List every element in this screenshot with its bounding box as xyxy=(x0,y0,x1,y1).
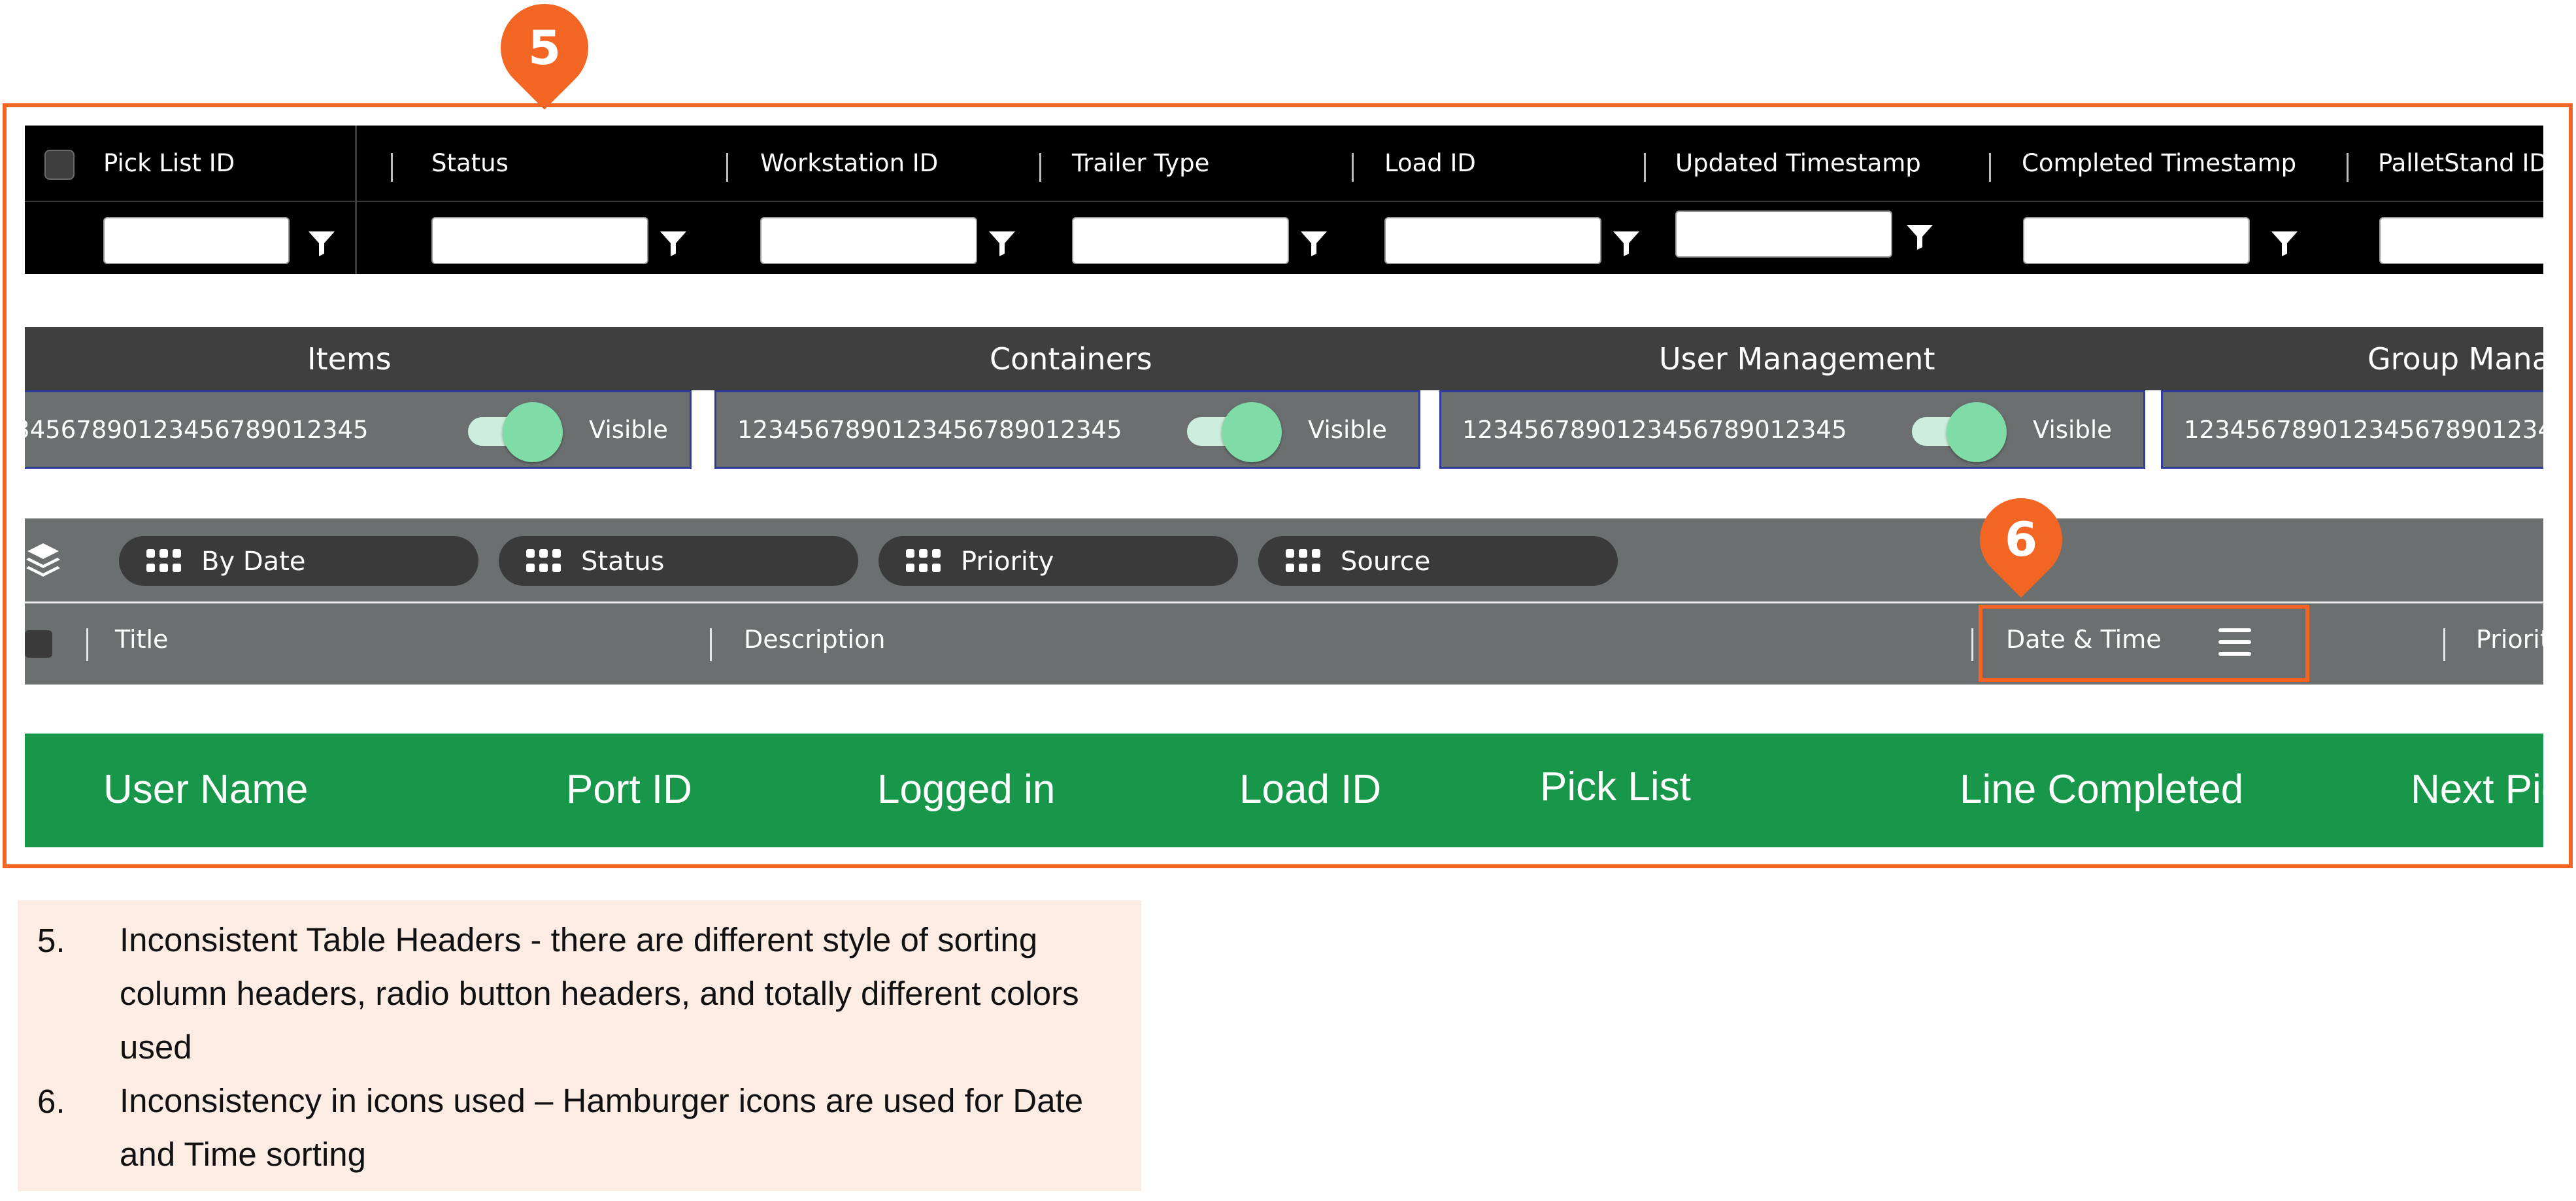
column-label[interactable]: Updated Timestamp xyxy=(1675,149,1921,177)
group-chip-status[interactable]: Status xyxy=(499,536,858,586)
column-completed-timestamp: Completed Timestamp xyxy=(1989,126,2342,274)
column-label[interactable]: Completed Timestamp xyxy=(2022,149,2296,177)
section-title-user-management: User Management xyxy=(1659,341,1935,377)
column-header-load-id[interactable]: Load ID xyxy=(1239,766,1381,813)
filter-input[interactable] xyxy=(431,217,648,264)
column-separator xyxy=(1039,153,1041,182)
column-label[interactable]: Load ID xyxy=(1384,149,1476,177)
column-label[interactable]: Pick List ID xyxy=(103,149,235,177)
column-palletstand-id: PalletStand ID xyxy=(2347,126,2543,274)
toggle-card: 1234567890123456789012345 Visible xyxy=(1439,390,2145,469)
filter-icon[interactable] xyxy=(2270,230,2299,256)
column-status: Status xyxy=(391,126,692,274)
column-header-port-id[interactable]: Port ID xyxy=(566,766,692,813)
note-text: Inconsistent Table Headers - there are d… xyxy=(120,921,1079,1066)
grid-icon xyxy=(1286,549,1320,572)
section-title-containers: Containers xyxy=(990,341,1152,377)
callout-marker-5: 5 xyxy=(482,0,607,110)
note-text: Inconsistency in icons used – Hamburger … xyxy=(120,1082,1084,1173)
toggle-knob[interactable] xyxy=(1222,402,1282,462)
column-separator xyxy=(2443,628,2445,661)
chip-label: Source xyxy=(1341,547,1431,577)
toggle-card: 1234567890123456789012345 Visible xyxy=(25,390,692,469)
toggle-knob[interactable] xyxy=(1947,402,2007,462)
column-separator xyxy=(710,628,712,661)
select-all-checkbox[interactable] xyxy=(25,630,52,658)
filter-input[interactable] xyxy=(2023,217,2250,264)
column-separator xyxy=(1971,628,1973,661)
column-separator xyxy=(1644,153,1646,182)
column-separator xyxy=(391,153,393,182)
group-chip-priority[interactable]: Priority xyxy=(878,536,1238,586)
column-label[interactable]: PalletStand ID xyxy=(2378,149,2543,177)
toggle-label: Visible xyxy=(1308,416,1387,444)
filter-icon[interactable] xyxy=(988,230,1016,256)
green-table-header: User Name Port ID Logged in Load ID Pick… xyxy=(25,734,2543,847)
column-separator xyxy=(1352,153,1354,182)
chip-label: Status xyxy=(581,547,665,577)
column-separator xyxy=(86,628,88,661)
filter-input[interactable] xyxy=(1384,217,1601,264)
annotation-notes: 5. Inconsistent Table Headers - there ar… xyxy=(18,900,1141,1191)
filter-input[interactable] xyxy=(1072,217,1289,264)
toggle-card: 1234567890123456789012345 xyxy=(2161,390,2543,469)
filter-icon[interactable] xyxy=(1612,230,1641,256)
header-divider xyxy=(25,601,2543,603)
chip-label: Priority xyxy=(961,547,1054,577)
section-title-band xyxy=(25,327,2543,390)
filter-icon[interactable] xyxy=(1299,230,1328,256)
filter-icon[interactable] xyxy=(659,230,688,256)
card-value: 1234567890123456789012345 xyxy=(2184,416,2543,444)
column-label[interactable]: Trailer Type xyxy=(1072,149,1209,177)
column-label[interactable]: Status xyxy=(431,149,509,177)
column-header-logged-in[interactable]: Logged in xyxy=(877,766,1055,813)
column-header-priority[interactable]: Priority xyxy=(2476,625,2543,654)
column-separator xyxy=(1989,153,1991,182)
section-title-group-management: Group Management xyxy=(2367,341,2543,377)
column-workstation-id: Workstation ID xyxy=(726,126,1027,274)
toggle-label: Visible xyxy=(2033,416,2112,444)
column-header-title[interactable]: Title xyxy=(115,625,168,654)
section-title-items: Items xyxy=(307,341,392,377)
toggle-knob[interactable] xyxy=(503,402,563,462)
chip-label: By Date xyxy=(201,547,306,577)
filter-input[interactable] xyxy=(1675,211,1892,258)
grid-icon xyxy=(526,549,561,572)
frozen-column-divider xyxy=(355,126,357,274)
grid-icon xyxy=(906,549,941,572)
group-chip-source[interactable]: Source xyxy=(1258,536,1618,586)
column-header-line-completed[interactable]: Line Completed xyxy=(1960,766,2243,813)
group-chip-by-date[interactable]: By Date xyxy=(119,536,478,586)
column-trailer-type: Trailer Type xyxy=(1039,126,1340,274)
note-number: 6. xyxy=(37,1083,65,1120)
layers-icon[interactable] xyxy=(25,541,61,579)
filter-icon[interactable] xyxy=(307,230,336,256)
column-header-description[interactable]: Description xyxy=(744,625,885,654)
callout-highlight-6 xyxy=(1979,605,2309,682)
column-pick-list-id: Pick List ID xyxy=(25,126,355,274)
card-value: 1234567890123456789012345 xyxy=(25,416,369,444)
toggle-card: 1234567890123456789012345 Visible xyxy=(714,390,1420,469)
column-label[interactable]: Workstation ID xyxy=(760,149,938,177)
filter-input[interactable] xyxy=(760,217,977,264)
column-separator xyxy=(726,153,728,182)
note-number: 5. xyxy=(37,922,65,959)
column-load-id: Load ID xyxy=(1352,126,1652,274)
filter-input[interactable] xyxy=(2379,217,2543,264)
grid-icon xyxy=(146,549,181,572)
column-header-next-pick[interactable]: Next Pick xyxy=(2411,766,2543,813)
column-header-user-name[interactable]: User Name xyxy=(103,766,309,813)
card-value: 1234567890123456789012345 xyxy=(737,416,1122,444)
filter-table-header: Pick List ID Status Workstation ID Trail… xyxy=(25,126,2543,274)
toggle-card-section: Items Containers User Management Group M… xyxy=(25,327,2543,471)
toggle-label: Visible xyxy=(589,416,668,444)
column-header-pick-list[interactable]: Pick List xyxy=(1540,764,1691,810)
card-value: 1234567890123456789012345 xyxy=(1462,416,1847,444)
column-updated-timestamp: Updated Timestamp xyxy=(1644,126,1971,274)
filter-icon[interactable] xyxy=(1905,224,1934,250)
column-separator xyxy=(2347,153,2349,182)
filter-input[interactable] xyxy=(103,217,290,264)
